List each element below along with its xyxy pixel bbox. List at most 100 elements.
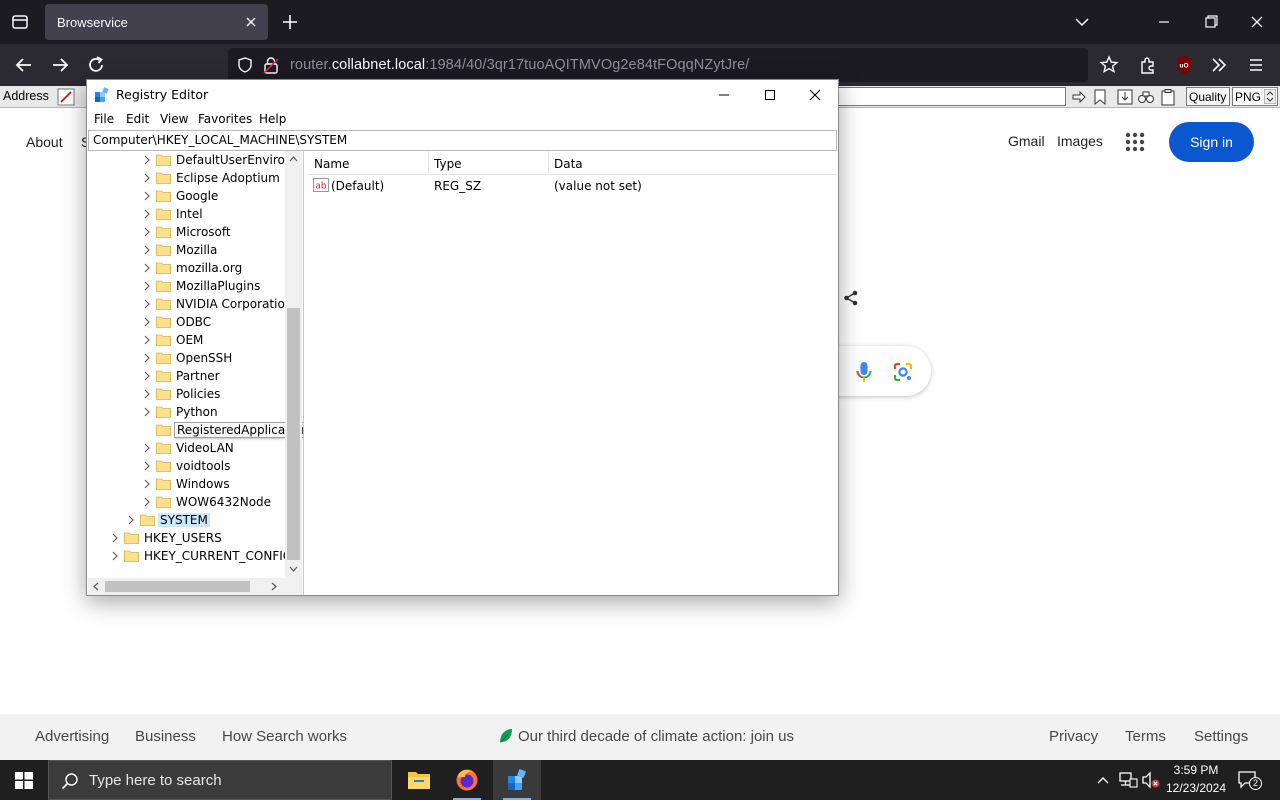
footer-advertising-link[interactable]: Advertising bbox=[35, 728, 109, 745]
menu-view[interactable]: View bbox=[160, 112, 188, 126]
expand-chevron-icon[interactable] bbox=[142, 406, 152, 418]
footer-business-link[interactable]: Business bbox=[135, 728, 196, 745]
google-apps-grid-icon[interactable] bbox=[1124, 131, 1146, 153]
tab-close-icon[interactable] bbox=[242, 13, 260, 31]
google-gmail-link[interactable]: Gmail bbox=[1008, 133, 1045, 149]
expand-chevron-icon[interactable] bbox=[142, 370, 152, 382]
expand-chevron-icon[interactable] bbox=[142, 280, 152, 292]
menu-edit[interactable]: Edit bbox=[126, 112, 149, 126]
tree-horizontal-scroll-thumb[interactable] bbox=[105, 581, 250, 592]
tab-overview-icon[interactable] bbox=[6, 9, 34, 35]
google-about-link[interactable]: About bbox=[26, 134, 63, 150]
menu-file[interactable]: File bbox=[94, 112, 114, 126]
window-minimize-icon[interactable] bbox=[1152, 12, 1176, 32]
insecure-lock-icon[interactable] bbox=[263, 56, 279, 74]
expand-chevron-icon[interactable] bbox=[142, 262, 152, 274]
column-separator[interactable] bbox=[428, 151, 429, 175]
taskbar-firefox[interactable] bbox=[443, 760, 491, 800]
expand-chevron-icon[interactable] bbox=[142, 226, 152, 238]
regedit-close-icon[interactable] bbox=[801, 84, 829, 106]
voice-search-mic-icon[interactable] bbox=[855, 360, 873, 384]
extensions-puzzle-icon[interactable] bbox=[1136, 53, 1160, 77]
registry-editor-titlebar[interactable]: Registry Editor bbox=[87, 80, 838, 109]
expand-chevron-icon[interactable] bbox=[142, 316, 152, 328]
column-separator[interactable] bbox=[548, 151, 549, 175]
expand-chevron-icon[interactable] bbox=[142, 208, 152, 220]
tree-horizontal-scrollbar[interactable] bbox=[88, 578, 302, 595]
footer-privacy-link[interactable]: Privacy bbox=[1049, 728, 1098, 745]
expand-chevron-icon[interactable] bbox=[142, 496, 152, 508]
tree-vertical-scroll-thumb[interactable] bbox=[287, 308, 300, 560]
back-arrow-icon[interactable] bbox=[12, 53, 36, 77]
expand-chevron-icon[interactable] bbox=[142, 460, 152, 472]
network-icon[interactable] bbox=[1118, 771, 1138, 789]
footer-climate-link[interactable]: Our third decade of climate action: join… bbox=[518, 728, 794, 745]
scroll-down-arrow-icon[interactable] bbox=[288, 564, 299, 574]
google-sign-in-button[interactable]: Sign in bbox=[1169, 122, 1254, 162]
taskbar-clock-time[interactable]: 3:59 PM bbox=[1168, 763, 1224, 777]
footer-how-search-works-link[interactable]: How Search works bbox=[222, 728, 347, 745]
window-close-icon[interactable] bbox=[1245, 12, 1269, 32]
list-all-tabs-chevron-icon[interactable] bbox=[1072, 12, 1092, 32]
expand-chevron-icon[interactable] bbox=[142, 352, 152, 364]
find-binoculars-icon[interactable] bbox=[1137, 88, 1155, 106]
footer-terms-link[interactable]: Terms bbox=[1125, 728, 1166, 745]
menu-help[interactable]: Help bbox=[259, 112, 286, 126]
google-images-link[interactable]: Images bbox=[1057, 133, 1103, 149]
expand-chevron-icon[interactable] bbox=[142, 442, 152, 454]
ublock-origin-icon[interactable]: uO bbox=[1172, 53, 1196, 77]
browser-tab[interactable]: Browservice bbox=[45, 4, 268, 40]
expand-chevron-icon[interactable] bbox=[110, 532, 120, 544]
regedit-address-bar[interactable]: Computer\HKEY_LOCAL_MACHINE\SYSTEM bbox=[88, 130, 837, 151]
scroll-left-arrow-icon[interactable] bbox=[91, 581, 101, 592]
show-hidden-icons-chevron-icon[interactable] bbox=[1095, 773, 1111, 787]
expand-chevron-icon[interactable] bbox=[142, 478, 152, 490]
column-type-header[interactable]: Type bbox=[434, 157, 462, 171]
new-tab-plus-icon[interactable] bbox=[279, 11, 301, 33]
scroll-up-arrow-icon[interactable] bbox=[288, 154, 299, 164]
window-restore-icon[interactable] bbox=[1199, 12, 1223, 32]
spinner-arrows-icon[interactable] bbox=[1264, 89, 1276, 104]
expand-chevron-icon[interactable] bbox=[142, 244, 152, 256]
google-lens-camera-icon[interactable] bbox=[892, 361, 914, 383]
taskbar-registry-editor[interactable] bbox=[493, 760, 541, 800]
registry-tree-pane[interactable]: DefaultUserEnvironn Eclipse Adoptium Goo… bbox=[88, 151, 304, 595]
clipboard-icon[interactable] bbox=[1159, 88, 1177, 106]
regedit-minimize-icon[interactable] bbox=[710, 84, 738, 106]
taskbar-file-explorer[interactable] bbox=[395, 760, 443, 800]
column-data-header[interactable]: Data bbox=[554, 157, 583, 171]
expand-chevron-icon[interactable] bbox=[142, 154, 152, 166]
expand-chevron-icon[interactable] bbox=[142, 172, 152, 184]
scroll-right-arrow-icon[interactable] bbox=[269, 581, 279, 592]
share-icon[interactable] bbox=[842, 289, 860, 307]
taskbar-clock-date[interactable]: 12/23/2024 bbox=[1160, 781, 1232, 795]
expand-chevron-icon[interactable] bbox=[110, 550, 120, 562]
taskbar-search-box[interactable]: Type here to search bbox=[48, 760, 392, 800]
action-center-button[interactable]: 2 bbox=[1236, 768, 1262, 792]
url-bar[interactable]: router.collabnet.local:1984/40/3qr17tuoA… bbox=[228, 48, 1088, 82]
expand-chevron-icon[interactable] bbox=[126, 514, 136, 526]
column-name-header[interactable]: Name bbox=[314, 157, 349, 171]
expand-chevron-icon[interactable] bbox=[142, 334, 152, 346]
hamburger-menu-icon[interactable] bbox=[1244, 53, 1268, 77]
more-tools-chevrons-icon[interactable] bbox=[1207, 53, 1231, 77]
image-format-select[interactable]: PNG bbox=[1232, 87, 1278, 106]
menu-favorites[interactable]: Favorites bbox=[198, 112, 252, 126]
expand-chevron-icon[interactable] bbox=[142, 388, 152, 400]
regedit-maximize-icon[interactable] bbox=[756, 84, 784, 106]
reload-icon[interactable] bbox=[84, 53, 108, 77]
registry-values-pane[interactable]: Name Type Data ab (Default) REG_SZ (valu… bbox=[307, 151, 837, 595]
expand-chevron-icon[interactable] bbox=[142, 190, 152, 202]
tree-vertical-scrollbar[interactable] bbox=[285, 151, 302, 578]
go-arrow-icon[interactable] bbox=[1070, 88, 1088, 106]
volume-muted-icon[interactable] bbox=[1141, 771, 1161, 789]
expand-chevron-icon[interactable] bbox=[142, 298, 152, 310]
footer-settings-link[interactable]: Settings bbox=[1194, 728, 1248, 745]
forward-arrow-icon[interactable] bbox=[48, 53, 72, 77]
download-icon[interactable] bbox=[1116, 88, 1134, 106]
windows-start-button[interactable] bbox=[0, 760, 48, 800]
remote-address-input[interactable] bbox=[838, 87, 1066, 106]
bookmark-icon[interactable] bbox=[1092, 88, 1108, 106]
tracking-shield-icon[interactable] bbox=[236, 56, 254, 74]
bookmark-star-icon[interactable] bbox=[1097, 53, 1121, 77]
